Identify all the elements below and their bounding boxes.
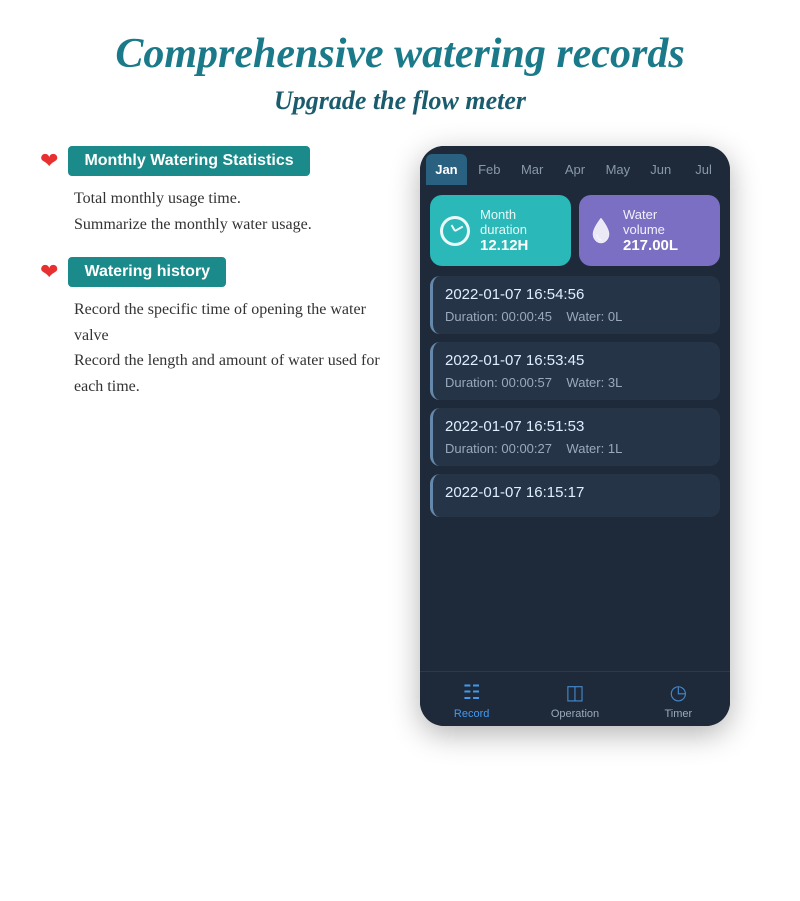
feature-header-monthly: ❤ Monthly Watering Statistics [40, 146, 400, 176]
stat-label-volume: Watervolume [623, 207, 678, 237]
feature-block-history: ❤ Watering history Record the specific t… [40, 257, 400, 399]
water-2: 1L [608, 441, 622, 456]
nav-record[interactable]: ☷ Record [420, 680, 523, 720]
phone-mockup: Jan Feb Mar Apr May Jun Jul Monthduratio [420, 146, 730, 726]
monthly-desc-line1: Total monthly usage time. [74, 190, 241, 207]
stat-value-duration: 12.12H [480, 237, 528, 254]
clock-icon [440, 216, 470, 246]
monthly-badge: Monthly Watering Statistics [68, 146, 309, 176]
nav-operation[interactable]: ◫ Operation [523, 680, 626, 720]
history-desc-line1: Record the specific time of opening the … [74, 301, 366, 344]
feature-header-history: ❤ Watering history [40, 257, 400, 287]
duration-0: 00:00:45 [501, 309, 552, 324]
feature-block-monthly: ❤ Monthly Watering Statistics Total mont… [40, 146, 400, 237]
stat-value-volume: 217.00L [623, 237, 678, 254]
tab-jan[interactable]: Jan [426, 154, 467, 185]
clock-hand-minute [455, 225, 464, 231]
history-details-2: Duration: 00:00:27 Water: 1L [445, 441, 708, 456]
nav-timer[interactable]: ◷ Timer [627, 680, 730, 720]
stats-row: Monthduration 12.12H Watervolume 217.00L [420, 185, 730, 276]
history-entry-0: 2022-01-07 16:54:56 Duration: 00:00:45 W… [430, 276, 720, 334]
operation-icon: ◫ [566, 680, 585, 705]
main-title: Comprehensive watering records [115, 30, 684, 78]
history-datetime-3: 2022-01-07 16:15:17 [445, 484, 708, 501]
tab-jul[interactable]: Jul [683, 154, 724, 185]
sub-title: Upgrade the flow meter [274, 86, 526, 116]
record-icon: ☷ [463, 680, 481, 705]
stat-info-volume: Watervolume 217.00L [623, 207, 678, 254]
history-desc-line2: Record the length and amount of water us… [74, 352, 380, 395]
water-1: 3L [608, 375, 622, 390]
history-datetime-0: 2022-01-07 16:54:56 [445, 286, 708, 303]
stat-card-volume: Watervolume 217.00L [579, 195, 720, 266]
tab-jun[interactable]: Jun [640, 154, 681, 185]
tab-feb[interactable]: Feb [469, 154, 510, 185]
history-description: Record the specific time of opening the … [74, 297, 400, 399]
duration-1: 00:00:57 [501, 375, 552, 390]
history-list: 2022-01-07 16:54:56 Duration: 00:00:45 W… [420, 276, 730, 671]
history-entry-2: 2022-01-07 16:51:53 Duration: 00:00:27 W… [430, 408, 720, 466]
history-entry-3: 2022-01-07 16:15:17 [430, 474, 720, 517]
tab-may[interactable]: May [597, 154, 638, 185]
content-area: ❤ Monthly Watering Statistics Total mont… [40, 146, 760, 726]
stat-info-duration: Monthduration 12.12H [480, 207, 528, 254]
month-tabs: Jan Feb Mar Apr May Jun Jul [420, 146, 730, 185]
timer-icon: ◷ [670, 680, 687, 705]
history-datetime-1: 2022-01-07 16:53:45 [445, 352, 708, 369]
history-datetime-2: 2022-01-07 16:51:53 [445, 418, 708, 435]
stat-card-duration: Monthduration 12.12H [430, 195, 571, 266]
stat-label-duration: Monthduration [480, 207, 528, 237]
page-container: Comprehensive watering records Upgrade t… [0, 0, 800, 901]
monthly-desc-line2: Summarize the monthly water usage. [74, 216, 312, 233]
history-details-1: Duration: 00:00:57 Water: 3L [445, 375, 708, 390]
duration-2: 00:00:27 [501, 441, 552, 456]
water-0: 0L [608, 309, 622, 324]
record-label: Record [454, 708, 489, 720]
tab-apr[interactable]: Apr [555, 154, 596, 185]
tab-mar[interactable]: Mar [512, 154, 553, 185]
left-panel: ❤ Monthly Watering Statistics Total mont… [40, 146, 400, 400]
operation-label: Operation [551, 708, 599, 720]
droplet-icon [589, 216, 613, 246]
heart-icon-monthly: ❤ [40, 148, 58, 174]
history-details-0: Duration: 00:00:45 Water: 0L [445, 309, 708, 324]
history-badge: Watering history [68, 257, 226, 287]
bottom-nav: ☷ Record ◫ Operation ◷ Timer [420, 671, 730, 726]
timer-label: Timer [664, 708, 692, 720]
history-entry-1: 2022-01-07 16:53:45 Duration: 00:00:57 W… [430, 342, 720, 400]
monthly-description: Total monthly usage time. Summarize the … [74, 186, 400, 237]
heart-icon-history: ❤ [40, 259, 58, 285]
